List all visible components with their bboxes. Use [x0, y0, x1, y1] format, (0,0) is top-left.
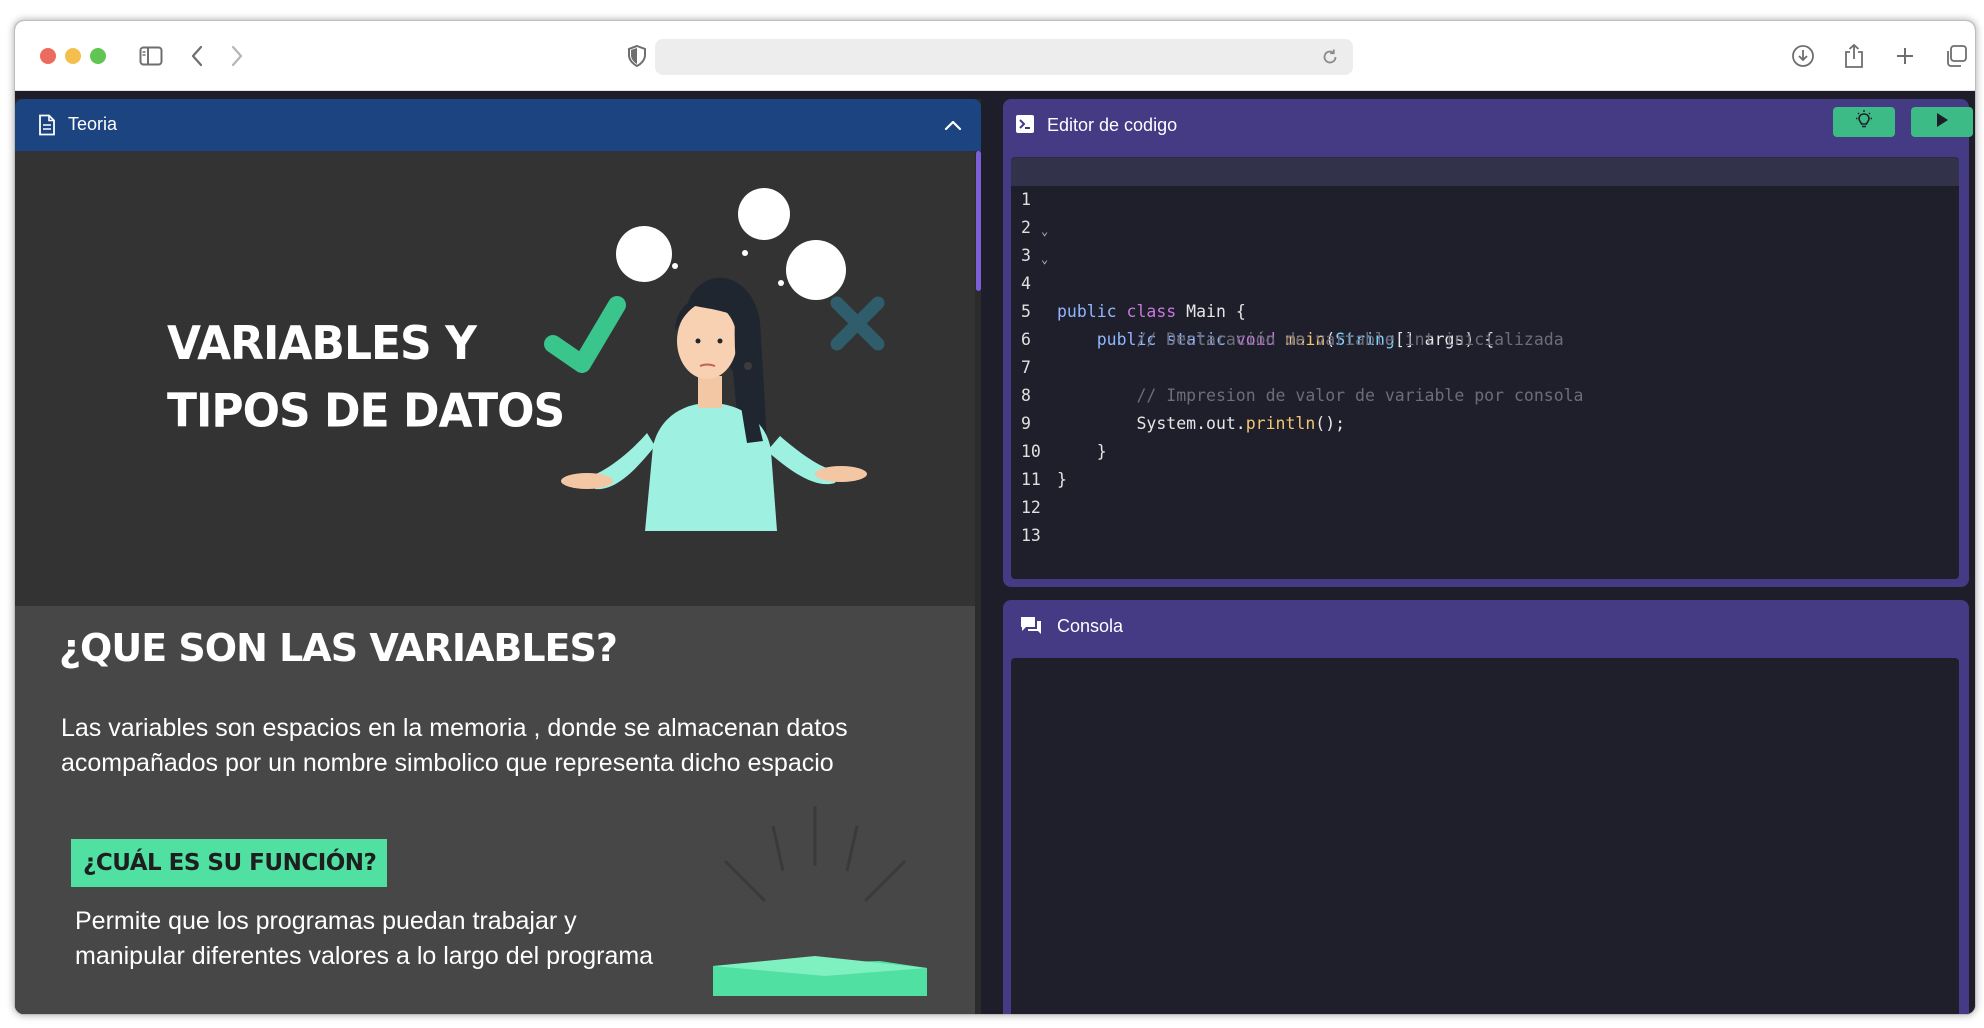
console-title: Consola — [1057, 616, 1124, 636]
theory-panel: Teoria VARIABLES Y TIPOS DE DATOS ¿QUE S… — [15, 99, 981, 1014]
box-illustration — [713, 806, 927, 996]
lightbulb-icon — [1853, 109, 1875, 136]
reload-icon[interactable] — [1315, 42, 1345, 72]
run-button[interactable] — [1911, 107, 1973, 137]
minimize-window-button[interactable] — [65, 48, 81, 64]
variables-section: ¿QUE SON LAS VARIABLES? Las variables so… — [15, 606, 975, 1014]
code-line[interactable]: 9 } — [1011, 382, 1959, 461]
play-icon — [1934, 112, 1950, 133]
code-line[interactable]: 3 ⌄ public class Main { — [1011, 214, 1959, 321]
code-line[interactable]: 7 // Impresion de valor de variable por … — [1011, 326, 1959, 405]
code-line[interactable]: 10 } — [1011, 410, 1959, 489]
console-output[interactable] — [1011, 658, 1959, 1014]
chevron-up-icon[interactable] — [939, 111, 967, 139]
code-line[interactable]: 4 ⌄ public static void main(String[] arg… — [1011, 242, 1959, 349]
console-panel: Consola — [1003, 600, 1969, 1014]
code-line[interactable]: 13 — [1011, 494, 1959, 545]
document-icon — [37, 114, 59, 136]
chat-icon — [1019, 614, 1043, 638]
code-line[interactable]: 5 // Declaración de variable int inicial… — [1011, 270, 1959, 349]
editor-title: Editor de codigo — [1047, 115, 1178, 135]
fold-chevron-icon[interactable]: ⌄ — [1041, 245, 1048, 273]
address-bar[interactable] — [655, 39, 1353, 75]
hero-banner: VARIABLES Y TIPOS DE DATOS — [15, 151, 975, 606]
section-text: Las variables son espacios en la memoria… — [61, 714, 848, 777]
code-line[interactable]: 8 System.out.println(); — [1011, 354, 1959, 433]
privacy-shield-icon[interactable] — [622, 41, 652, 71]
code-line[interactable]: 1 — [1011, 158, 1959, 209]
new-tab-icon[interactable] — [1890, 41, 1920, 71]
back-icon[interactable] — [182, 41, 212, 71]
forward-icon[interactable] — [222, 41, 252, 71]
close-window-button[interactable] — [40, 48, 56, 64]
fold-chevron-icon[interactable]: ⌄ — [1041, 217, 1048, 245]
theory-panel-header[interactable]: Teoria — [15, 99, 981, 151]
sidebar-toggle-icon[interactable] — [136, 41, 166, 71]
terminal-icon — [1015, 114, 1037, 136]
code-editor-panel: Editor de codigo 1 2 3 ⌄ public class Ma… — [1003, 99, 1973, 587]
browser-toolbar — [15, 21, 1975, 91]
hint-button[interactable] — [1833, 107, 1895, 137]
code-line[interactable]: 6 — [1011, 298, 1959, 349]
hero-title: VARIABLES Y TIPOS DE DATOS — [167, 317, 565, 438]
code-editor[interactable]: 1 2 3 ⌄ public class Main { 4 ⌄ public s… — [1011, 157, 1959, 579]
code-line[interactable]: 11 — [1011, 438, 1959, 489]
function-badge: ¿CUÁL ES SU FUNCIÓN? — [71, 839, 387, 887]
scrollbar[interactable] — [976, 151, 981, 291]
function-text: Permite que los programas puedan trabaja… — [75, 907, 654, 970]
theory-content[interactable]: VARIABLES Y TIPOS DE DATOS ¿QUE SON LAS … — [15, 151, 981, 1014]
tab-overview-icon[interactable] — [1941, 41, 1971, 71]
code-line[interactable]: 2 — [1011, 186, 1959, 237]
zoom-window-button[interactable] — [90, 48, 106, 64]
line-number: 13 — [1021, 526, 1041, 545]
section-title: ¿QUE SON LAS VARIABLES? — [59, 626, 618, 670]
page-content: Teoria VARIABLES Y TIPOS DE DATOS ¿QUE S… — [15, 93, 1975, 1014]
browser-window: Teoria VARIABLES Y TIPOS DE DATOS ¿QUE S… — [14, 20, 1976, 1015]
downloads-icon[interactable] — [1788, 41, 1818, 71]
thinking-woman-illustration — [544, 188, 885, 531]
code-line[interactable]: 12 — [1011, 466, 1959, 517]
theory-panel-title: Teoria — [68, 114, 118, 134]
share-icon[interactable] — [1839, 41, 1869, 71]
